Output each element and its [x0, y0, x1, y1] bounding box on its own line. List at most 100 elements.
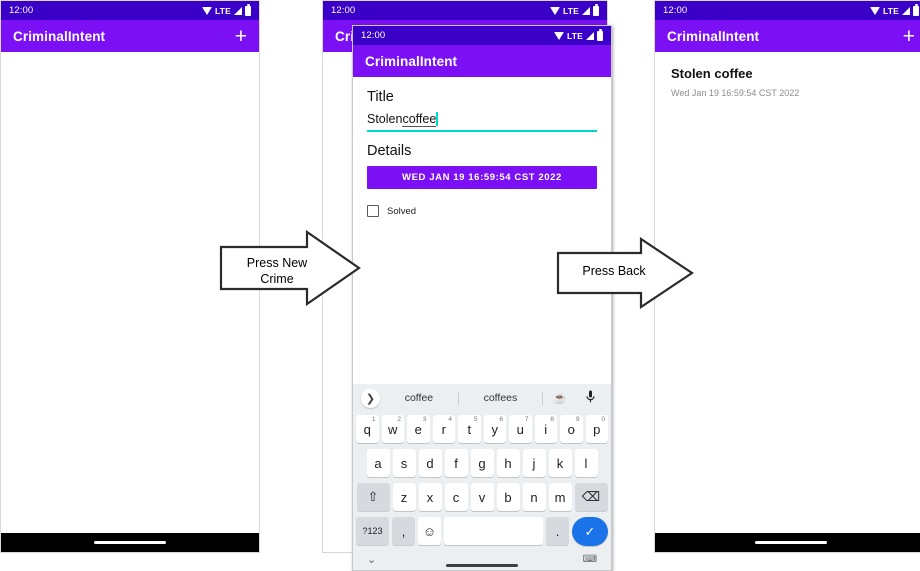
- key-s[interactable]: s: [392, 449, 416, 477]
- battery-icon: [913, 3, 919, 16]
- key-superscript: 9: [575, 416, 580, 423]
- suggestion-bar: ❯ coffee coffees ☕: [353, 384, 611, 412]
- arrow-label-line2: Crime: [260, 271, 294, 286]
- key-superscript: 0: [601, 416, 605, 423]
- hide-keyboard-icon[interactable]: ⌄: [367, 553, 376, 566]
- screenshot-stage: 12:00 LTE CriminalIntent + 12:00 LTE 12:…: [0, 0, 920, 571]
- microphone-icon[interactable]: [577, 390, 603, 406]
- comma-key[interactable]: ,: [392, 517, 415, 545]
- status-clock: 12:00: [663, 5, 688, 16]
- suggestion-word-1[interactable]: coffee: [380, 392, 458, 404]
- gesture-nav-bar: [655, 533, 920, 552]
- battery-icon: [597, 28, 603, 41]
- key-superscript: 4: [448, 416, 452, 423]
- key-u[interactable]: u7: [509, 415, 532, 443]
- shift-key[interactable]: ⇧: [356, 483, 390, 511]
- lte-label: LTE: [214, 5, 231, 16]
- key-g[interactable]: g: [470, 449, 494, 477]
- key-k[interactable]: k: [548, 449, 572, 477]
- title-input-text: Stolen: [367, 112, 403, 126]
- status-icons: LTE: [201, 3, 251, 16]
- key-e[interactable]: e3: [407, 415, 430, 443]
- key-w[interactable]: w2: [381, 415, 404, 443]
- status-icons: LTE: [553, 28, 603, 41]
- key-superscript: 2: [397, 416, 401, 423]
- key-superscript: 3: [422, 416, 427, 423]
- key-n[interactable]: n: [522, 483, 546, 511]
- key-m[interactable]: m: [548, 483, 572, 511]
- lte-label: LTE: [562, 5, 579, 16]
- key-o[interactable]: o9: [560, 415, 583, 443]
- list-item[interactable]: Stolen coffee Wed Jan 19 16:59:54 CST 20…: [655, 52, 920, 98]
- gesture-pill[interactable]: [94, 541, 166, 544]
- keyboard-row-3: ⇧ zxcvbnm ⌫: [353, 480, 611, 514]
- battery-icon: [245, 3, 251, 16]
- add-crime-icon[interactable]: +: [903, 26, 915, 47]
- gesture-pill[interactable]: [446, 564, 518, 567]
- status-icons: LTE: [869, 3, 919, 16]
- key-z[interactable]: z: [392, 483, 416, 511]
- crime-detail-form: Title Stolen coffee Details WED JAN 19 1…: [353, 77, 611, 217]
- key-i[interactable]: i8: [534, 415, 557, 443]
- key-a[interactable]: a: [366, 449, 390, 477]
- key-f[interactable]: f: [444, 449, 468, 477]
- wifi-icon: [869, 6, 880, 15]
- symbols-key[interactable]: ?123: [356, 517, 389, 545]
- key-d[interactable]: d: [418, 449, 442, 477]
- lte-label: LTE: [882, 5, 899, 16]
- key-h[interactable]: h: [496, 449, 520, 477]
- key-v[interactable]: v: [470, 483, 494, 511]
- crime-item-date: Wed Jan 19 16:59:54 CST 2022: [671, 88, 800, 98]
- signal-icon: [234, 6, 242, 15]
- key-superscript: 5: [473, 416, 478, 423]
- coffee-emoji-suggestion[interactable]: ☕: [543, 392, 577, 405]
- key-superscript: 8: [550, 416, 554, 423]
- period-key[interactable]: .: [546, 517, 569, 545]
- details-field-label: Details: [367, 143, 412, 159]
- microphone-glyph: [585, 390, 595, 403]
- emoji-key[interactable]: ☺: [418, 517, 441, 545]
- arrow-label-press-new-crime: Press New Crime: [229, 256, 325, 287]
- solved-checkbox[interactable]: [367, 205, 379, 217]
- backspace-key[interactable]: ⌫: [574, 483, 608, 511]
- solved-checkbox-row[interactable]: Solved: [367, 205, 597, 217]
- key-j[interactable]: j: [522, 449, 546, 477]
- key-r[interactable]: r4: [432, 415, 455, 443]
- key-superscript: 1: [371, 416, 376, 423]
- lte-label: LTE: [566, 30, 583, 41]
- signal-icon: [902, 6, 910, 15]
- key-t[interactable]: t5: [458, 415, 481, 443]
- battery-icon: [593, 3, 599, 16]
- arrow-label-line1: Press New: [246, 256, 308, 270]
- key-c[interactable]: c: [444, 483, 468, 511]
- key-q[interactable]: q1: [356, 415, 379, 443]
- suggestion-word-2[interactable]: coffees: [459, 392, 542, 404]
- app-bar: CriminalIntent +: [655, 20, 920, 52]
- keyboard-row-2: asdfghjkl: [353, 446, 611, 480]
- key-b[interactable]: b: [496, 483, 520, 511]
- app-bar-title: CriminalIntent: [667, 28, 760, 44]
- add-crime-icon[interactable]: +: [235, 26, 247, 47]
- key-x[interactable]: x: [418, 483, 442, 511]
- soft-keyboard: ❯ coffee coffees ☕ q1w2e3r4t5y6u7i8o9p0 …: [353, 384, 611, 570]
- switch-keyboard-icon[interactable]: ⌨: [583, 554, 597, 565]
- enter-key[interactable]: ✓: [572, 517, 608, 546]
- keyboard-bottom-bar: ⌄ ⌨: [353, 549, 611, 570]
- title-input[interactable]: Stolen coffee: [367, 110, 597, 132]
- app-bar: CriminalIntent: [353, 45, 611, 77]
- gesture-pill[interactable]: [755, 541, 827, 544]
- crime-date-button[interactable]: WED JAN 19 16:59:54 CST 2022: [367, 166, 597, 189]
- space-key[interactable]: [444, 517, 543, 545]
- chevron-right-icon[interactable]: ❯: [361, 388, 380, 408]
- key-y[interactable]: y6: [483, 415, 506, 443]
- status-bar: 12:00 LTE: [353, 26, 611, 45]
- key-superscript: 7: [524, 416, 529, 423]
- key-l[interactable]: l: [574, 449, 598, 477]
- status-bar: 12:00 LTE: [655, 1, 920, 20]
- key-p[interactable]: p0: [585, 415, 608, 443]
- key-superscript: 6: [499, 416, 503, 423]
- app-bar-title: CriminalIntent: [13, 28, 106, 44]
- status-icons: LTE: [549, 3, 599, 16]
- title-field-label: Title: [367, 89, 394, 105]
- status-bar: 12:00 LTE: [1, 1, 259, 20]
